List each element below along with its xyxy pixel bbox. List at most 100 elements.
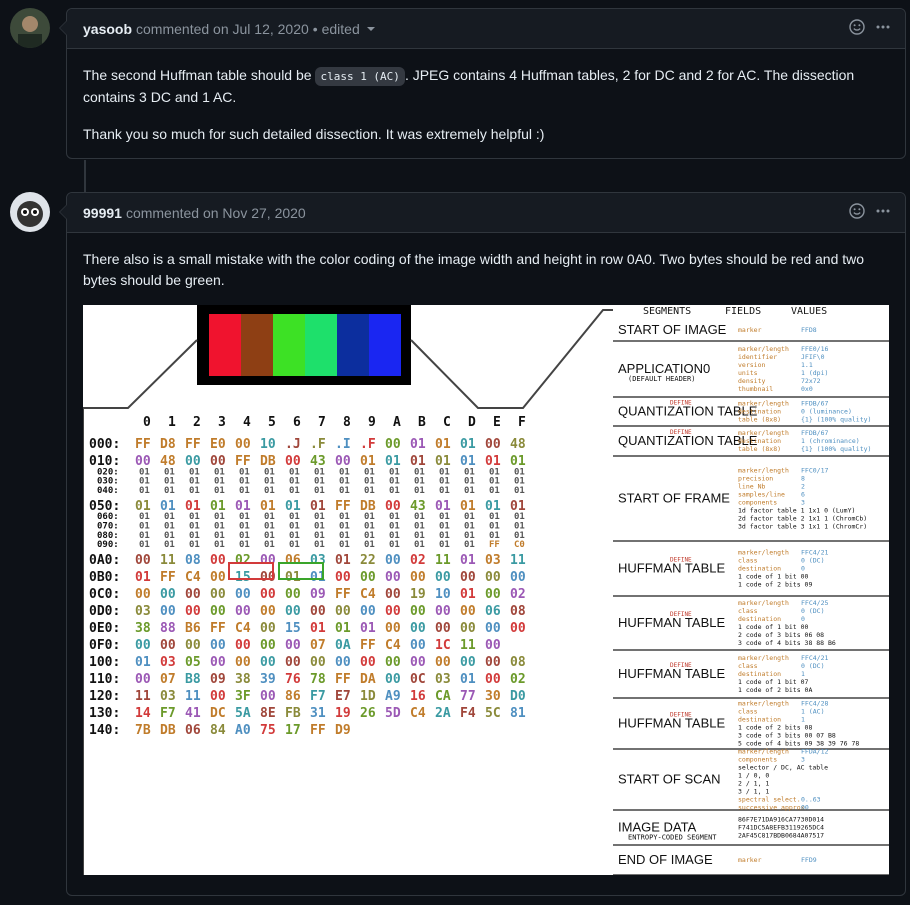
hex-byte: 00: [260, 638, 276, 653]
segment-name: QUANTIZATION TABLE: [618, 433, 758, 448]
hex-byte: 00: [360, 570, 376, 585]
field-value: 8: [801, 475, 805, 483]
inline-code: class 1 (AC): [315, 67, 405, 86]
field-value: 1 (dpi): [801, 369, 828, 377]
avatar-99991[interactable]: [10, 192, 50, 232]
hex-byte: 01: [364, 540, 375, 550]
field-value: 3 / 1, 1: [738, 788, 769, 796]
hex-byte: DC: [210, 706, 226, 721]
avatar-yasoob[interactable]: [10, 8, 50, 48]
kebab-icon[interactable]: [875, 19, 891, 35]
hex-byte: 01: [514, 486, 525, 496]
field-label: density: [738, 377, 765, 385]
field-value: 0 (DC): [801, 662, 824, 670]
hex-byte: 01: [414, 486, 425, 496]
comment-author[interactable]: 99991: [83, 205, 122, 221]
field-label: destination: [738, 565, 781, 573]
field-value: FFC4/21: [801, 654, 828, 662]
hex-byte: 38: [135, 621, 151, 636]
segment-name: HUFFMAN TABLE: [618, 666, 725, 681]
field-value: FFDB/67: [801, 429, 828, 437]
hex-byte: 10: [435, 587, 451, 602]
hex-byte: 81: [510, 706, 526, 721]
hex-byte: 01: [410, 437, 426, 452]
hex-byte: CA: [435, 689, 451, 704]
segment-name: HUFFMAN TABLE: [618, 615, 725, 630]
row-address: 130:: [89, 706, 120, 721]
hex-byte: .J: [285, 437, 301, 452]
hex-byte: 00: [285, 638, 301, 653]
hex-byte: 03: [135, 604, 151, 619]
hex-byte: 00: [160, 638, 176, 653]
field-label: precision: [738, 475, 773, 483]
hex-byte: 00: [410, 570, 426, 585]
smiley-icon[interactable]: [849, 19, 865, 35]
hex-byte: 39: [260, 672, 276, 687]
hex-byte: 00: [410, 638, 426, 653]
hex-byte: 01: [214, 486, 225, 496]
field-value: 1 code of 2 bits 08: [738, 724, 812, 732]
hex-byte: 00: [135, 672, 151, 687]
field-label: class: [738, 708, 758, 716]
hex-byte: 06: [285, 553, 301, 568]
smiley-icon[interactable]: [849, 203, 865, 219]
hex-byte: 17: [285, 723, 301, 738]
hex-byte: 00: [435, 570, 451, 585]
row-address: 110:: [89, 672, 120, 687]
avatar-image: [10, 192, 50, 232]
chevron-down-icon[interactable]: [366, 26, 375, 31]
hex-byte: 11: [160, 553, 176, 568]
hex-byte: 00: [260, 604, 276, 619]
field-label: destination: [738, 408, 781, 416]
field-value: 3 code of 4 bits 38 88 B6: [738, 639, 836, 647]
segment-name: IMAGE DATA: [618, 820, 697, 835]
hex-byte: 00: [335, 655, 351, 670]
hex-byte: 00: [335, 604, 351, 619]
hex-byte: 5A: [235, 706, 251, 721]
hex-byte: 01: [164, 540, 175, 550]
hex-byte: 15: [235, 570, 251, 585]
values-header: VALUES: [791, 306, 827, 317]
hex-byte: FF: [135, 437, 151, 452]
field-value: 1 code of 2 bits 0A: [738, 686, 812, 694]
segment-name: START OF IMAGE: [618, 322, 727, 337]
hex-byte: 00: [485, 587, 501, 602]
field-label: destination: [738, 615, 781, 623]
field-value: FFD9: [801, 856, 817, 864]
field-value: {1} (100% quality): [801, 445, 871, 453]
hex-byte: FF: [360, 638, 376, 653]
color-swatch: [369, 314, 401, 376]
hex-byte: 00: [460, 621, 476, 636]
field-label: marker/length: [738, 748, 789, 756]
edited-label[interactable]: • edited: [313, 21, 360, 37]
kebab-icon[interactable]: [875, 203, 891, 219]
hex-byte: 00: [260, 587, 276, 602]
hex-byte: 00: [385, 604, 401, 619]
hex-byte: 01: [285, 570, 301, 585]
hex-byte: 19: [335, 706, 351, 721]
hex-byte: 00: [235, 437, 251, 452]
field-value: FFDB/67: [801, 400, 828, 408]
comment-body: The second Huffman table should be class…: [67, 49, 905, 177]
hex-byte: DB: [160, 723, 176, 738]
hex-byte: .I: [335, 437, 351, 452]
comment-meta[interactable]: commented on Nov 27, 2020: [126, 205, 306, 221]
fields-header: FIELDS: [725, 306, 761, 317]
hex-byte: 01: [135, 655, 151, 670]
hex-byte: 77: [460, 689, 476, 704]
field-value: FFC0/17: [801, 467, 828, 475]
hex-byte: 88: [160, 621, 176, 636]
field-label: version: [738, 361, 765, 369]
color-swatch: [273, 314, 305, 376]
field-label: class: [738, 607, 758, 615]
hex-byte: 2A: [435, 706, 451, 721]
hex-byte: 02: [235, 553, 251, 568]
comment-author[interactable]: yasoob: [83, 21, 132, 37]
hex-byte: 26: [360, 706, 376, 721]
field-value: 2AF45C817BDB0684A07517: [738, 832, 824, 840]
field-label: marker/length: [738, 467, 789, 475]
hex-byte: 01: [414, 540, 425, 550]
hex-byte: 00: [485, 672, 501, 687]
hex-byte: 00: [210, 587, 226, 602]
comment-meta[interactable]: commented on Jul 12, 2020: [136, 21, 309, 37]
